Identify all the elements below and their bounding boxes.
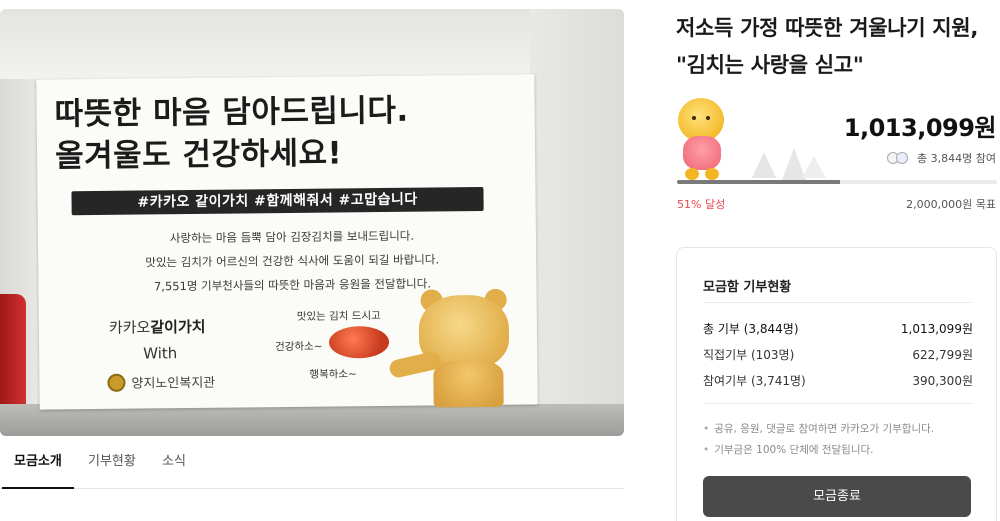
sign-title: 따뜻한 마음 담아드립니다. 올겨울도 건강하세요! [54,92,409,175]
donation-status-card: 모금함 기부현황 총 기부 (3,844명) 1,013,099원 직접기부 (… [676,247,997,521]
progress-fill [677,180,841,184]
goal-amount: 2,000,000원 목표 [906,198,996,211]
sign-organization: 양지노인복지관 [107,372,215,392]
brand-bold: 같이가치 [150,317,206,337]
row-value: 390,300원 [912,374,973,388]
donation-row-participation: 참여기부 (3,741명) 390,300원 [703,372,973,389]
campaign-title: 저소득 가정 따뜻한 겨울나기 지원, "김치는 사랑을 싣고" [676,16,979,77]
brand-prefix: 카카오 [108,318,151,337]
red-object [0,294,26,414]
organization-seal-icon [107,373,126,392]
progress-bar [677,180,997,184]
donation-row-total: 총 기부 (3,844명) 1,013,099원 [703,320,973,337]
printed-sign: 따뜻한 마음 담아드립니다. 올겨울도 건강하세요! #카카오 같이가치 #함께… [36,74,538,410]
divider [703,302,973,303]
donation-note: 기부금은 100% 단체에 전달됩니다. [703,442,973,457]
row-label: 참여기부 (3,741명) [703,374,806,388]
campaign-photo: 따뜻한 마음 담아드립니다. 올겨울도 건강하세요! #카카오 같이가치 #함께… [0,9,624,436]
content-tabs: 모금소개 기부현황 소식 [0,440,624,489]
sign-body: 사랑하는 마음 듬뿍 담아 김장김치를 보내드립니다. 맛있는 김치가 어르신의… [72,223,513,300]
ryan-character-icon [387,288,520,408]
kimchi-illustration [328,325,390,359]
row-value: 1,013,099원 [900,322,973,336]
tab-donation-status[interactable]: 기부현황 [88,440,136,489]
donation-row-direct: 직접기부 (103명) 622,799원 [703,346,973,363]
achievement-percent: 51% 달성 [677,198,726,211]
participants-icon [887,152,911,164]
sign-hashtags: #카카오 같이가치 #함께해줘서 #고맙습니다 [71,186,484,216]
sign-brand: 카카오같이가치 [109,316,206,338]
speech-bubble: 맛있는 김치 드시고 [296,310,381,323]
row-label: 총 기부 (3,844명) [703,322,799,336]
card-title: 모금함 기부현황 [703,280,792,295]
row-label: 직접기부 (103명) [703,348,795,362]
apeach-mascot-icon [677,98,729,182]
organization-name: 양지노인복지관 [131,375,216,392]
participants-label: 총 3,844명 참여 [917,152,996,165]
tab-news[interactable]: 소식 [162,440,186,489]
participant-count: 총 3,844명 참여 [887,150,996,166]
styrofoam-box-side [530,9,624,436]
mountain-decoration [802,156,826,178]
sign-with: With [143,344,178,363]
fundraising-closed-button[interactable]: 모금종료 [703,476,971,517]
tab-campaign-intro[interactable]: 모금소개 [2,440,74,489]
speech-bubble: 행복하소~ [309,368,357,381]
donation-note: 공유, 응원, 댓글로 참여하면 카카오가 기부합니다. [703,421,973,436]
row-value: 622,799원 [912,348,973,362]
mountain-decoration [752,152,776,178]
speech-bubble: 건강하소~ [275,340,323,354]
divider [703,403,973,404]
raised-amount: 1,013,099원 [843,114,997,142]
